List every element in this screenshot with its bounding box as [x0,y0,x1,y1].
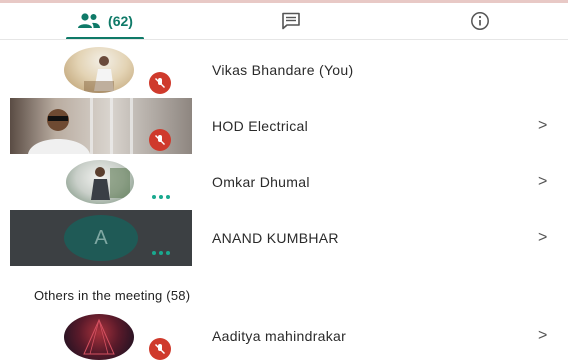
chevron-right-icon[interactable]: > [538,117,547,135]
section-header: Others in the meeting (58) [34,288,191,303]
mic-off-icon [149,129,171,151]
chat-icon [282,12,300,30]
participant-name: ANAND KUMBHAR [212,230,339,246]
participant-row[interactable]: Aaditya mahindrakar > [0,310,568,362]
participant-name: HOD Electrical [212,118,308,134]
participant-row[interactable]: HOD Electrical > [0,98,568,154]
participant-row[interactable]: Vikas Bhandare (You) [0,42,568,98]
tab-info[interactable] [459,3,501,39]
avatar-initial: A [94,226,108,249]
mic-off-icon [149,338,171,360]
chevron-right-icon[interactable]: > [538,327,547,345]
avatar [66,160,134,204]
avatar [64,314,134,360]
tabs-divider [0,39,568,40]
participant-row[interactable]: A ANAND KUMBHAR > [0,210,568,266]
mic-off-icon [149,72,171,94]
chevron-right-icon[interactable]: > [538,173,547,191]
participant-count: (62) [108,13,133,29]
info-icon [471,12,489,30]
tab-bar: (62) [0,3,568,40]
participant-name: Vikas Bhandare (You) [212,62,354,78]
participant-name: Omkar Dhumal [212,174,310,190]
more-icon [152,251,170,255]
avatar [64,47,134,93]
more-icon [152,195,170,199]
tab-people[interactable]: (62) [63,3,147,39]
participant-row[interactable]: Omkar Dhumal > [0,154,568,210]
video-tile: A [10,210,192,266]
tab-chat[interactable] [268,3,314,39]
participant-name: Aaditya mahindrakar [212,328,347,344]
people-icon [78,13,101,28]
avatar: A [64,215,138,261]
chevron-right-icon[interactable]: > [538,229,547,247]
